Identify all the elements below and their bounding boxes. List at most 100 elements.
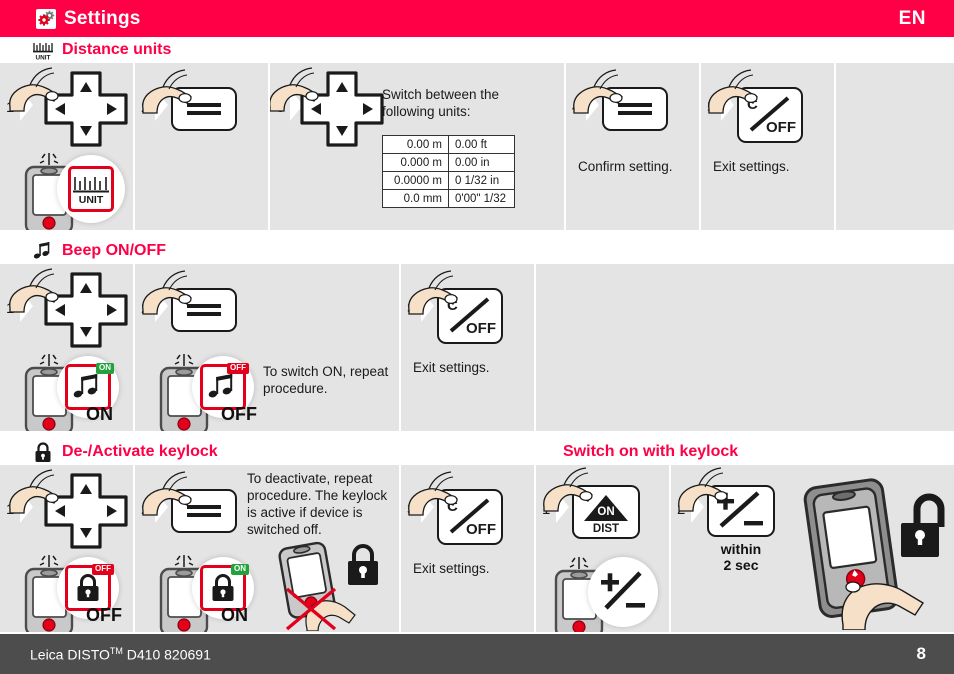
section-header-keylock: De-/Activate keylock Switch on with keyl… [0, 439, 954, 465]
step-chevron [20, 290, 33, 322]
page-footer: Leica DISTOTM D410 820691 8 [0, 634, 954, 674]
step-number: 1 [6, 501, 15, 518]
page-title: Settings [64, 7, 141, 29]
unit-metric: 0.0 mm [382, 189, 449, 208]
step-panel-keylock-3: 3 C OFF Exit settings. [401, 465, 534, 632]
step-chevron [155, 491, 168, 523]
unit-metric: 0.0000 m [382, 171, 449, 190]
plus-minus-icon [601, 571, 645, 610]
step-number: 1 [6, 99, 15, 116]
step-chevron [691, 491, 704, 523]
clear-label: C [747, 96, 758, 113]
off-label: OFF [766, 119, 796, 136]
unit-scale-icon: UNIT [32, 39, 54, 61]
footer-product-label: Leica DISTOTM D410 820691 [30, 646, 211, 663]
badge-state-tag: OFF [92, 564, 114, 575]
state-label: OFF [221, 404, 257, 424]
on-label: ON [597, 506, 614, 518]
step-panel-units-4: 4 Confirm setting. [566, 63, 699, 230]
beep-caption: To switch ON, repeat procedure. [263, 364, 389, 396]
badge-state-tag: ON [231, 564, 249, 575]
section-title: De-/Activate keylock [62, 443, 218, 460]
footer-product: Leica DISTO [30, 646, 110, 663]
language-indicator: EN [898, 7, 926, 29]
step-number: 3 [276, 99, 285, 116]
step-chevron [421, 290, 434, 322]
step-chevron [421, 491, 434, 523]
equals-key[interactable] [171, 87, 237, 131]
state-label: ON [86, 404, 113, 424]
unit-imperial: 0 1/32 in [448, 171, 515, 190]
step-panel-keylock-2: 2 To deactivate, repeat procedure. The k… [135, 465, 399, 632]
clear-off-key[interactable]: C OFF [437, 489, 503, 545]
dpad-key[interactable] [42, 69, 130, 156]
plus-minus-icon [717, 491, 763, 528]
music-notes-icon [32, 240, 54, 262]
unit-metric: 0.00 m [382, 135, 449, 154]
app-header: Settings EN [0, 0, 954, 37]
equals-key[interactable] [171, 489, 237, 533]
section-title-switch-on-keylock: Switch on with keylock [563, 443, 739, 460]
within-caption: within 2 sec [705, 541, 777, 573]
svg-text:OFF: OFF [466, 521, 496, 538]
step-number: 2 [141, 300, 150, 317]
step-chevron [20, 89, 33, 121]
unit-badge-text: UNIT [79, 194, 104, 206]
confirm-caption: Confirm setting. [578, 159, 673, 174]
step-number: 2 [141, 501, 150, 518]
device-unlocked-illustration [783, 475, 954, 632]
dist-label: DIST [593, 523, 619, 534]
filler-panel [836, 63, 954, 230]
step-chevron [721, 89, 734, 121]
on-dist-key[interactable]: ON DIST [572, 485, 640, 539]
keylock-caption: To deactivate, repeat procedure. The key… [247, 471, 388, 537]
exit-caption: Exit settings. [413, 561, 490, 576]
filler-panel [536, 264, 954, 431]
table-row: 0.000 m 0.00 in [382, 153, 515, 172]
equals-key[interactable] [171, 288, 237, 332]
plus-minus-key[interactable] [707, 485, 775, 537]
section-title: Beep ON/OFF [62, 242, 167, 259]
display-bubble: UNIT [57, 155, 125, 223]
unit-badge-icon: UNIT [68, 166, 114, 212]
svg-text:UNIT: UNIT [36, 54, 51, 61]
unit-imperial: 0'00" 1/32 [448, 189, 515, 208]
section-header-distance-units: UNIT Distance units [0, 37, 954, 63]
section-gap [0, 230, 954, 238]
section-header-beep: Beep ON/OFF [0, 238, 954, 264]
section-gap [0, 431, 954, 439]
step-number: 3 [407, 300, 416, 317]
step-panel-units-3: 3 Switch between the following units: 0.… [270, 63, 564, 230]
svg-text:C: C [447, 297, 458, 314]
step-panel-units-2: 2 [135, 63, 268, 230]
svg-text:OFF: OFF [466, 320, 496, 337]
footer-model: D410 820691 [122, 646, 211, 663]
dpad-key[interactable] [298, 69, 386, 156]
clear-off-key[interactable]: C OFF [437, 288, 503, 344]
step-number: 5 [707, 99, 716, 116]
badge-state-tag: OFF [227, 363, 249, 374]
unit-metric: 0.000 m [382, 153, 449, 172]
dpad-key[interactable] [42, 471, 130, 558]
equals-key[interactable] [602, 87, 668, 131]
svg-text:C: C [447, 498, 458, 515]
step-panel-beep-2: 2 OFF OFF To switch ON, repeat procedure… [135, 264, 399, 431]
step-panel-beep-1: 1 ON ON [0, 264, 133, 431]
padlock-icon [32, 441, 54, 463]
table-row: 0.0 mm 0'00" 1/32 [382, 189, 515, 208]
step-panel-switchon-2: 2 within 2 sec [671, 465, 954, 632]
footer-trademark: TM [109, 645, 123, 656]
step-chevron [155, 290, 168, 322]
dpad-key[interactable] [42, 270, 130, 357]
step-chevron [155, 89, 168, 121]
step-number: 4 [572, 99, 581, 116]
clear-off-key[interactable]: C OFF [737, 87, 803, 143]
units-caption: Switch between the following units: [382, 87, 500, 119]
table-row: 0.0000 m 0 1/32 in [382, 171, 515, 190]
state-label: ON [221, 605, 248, 625]
strip-keylock: 1 OFF OFF 2 To deactivate, repeat proced… [0, 465, 954, 632]
step-chevron [556, 491, 569, 523]
step-panel-keylock-1: 1 OFF OFF [0, 465, 133, 632]
step-chevron [20, 491, 33, 523]
step-number: 3 [407, 501, 416, 518]
